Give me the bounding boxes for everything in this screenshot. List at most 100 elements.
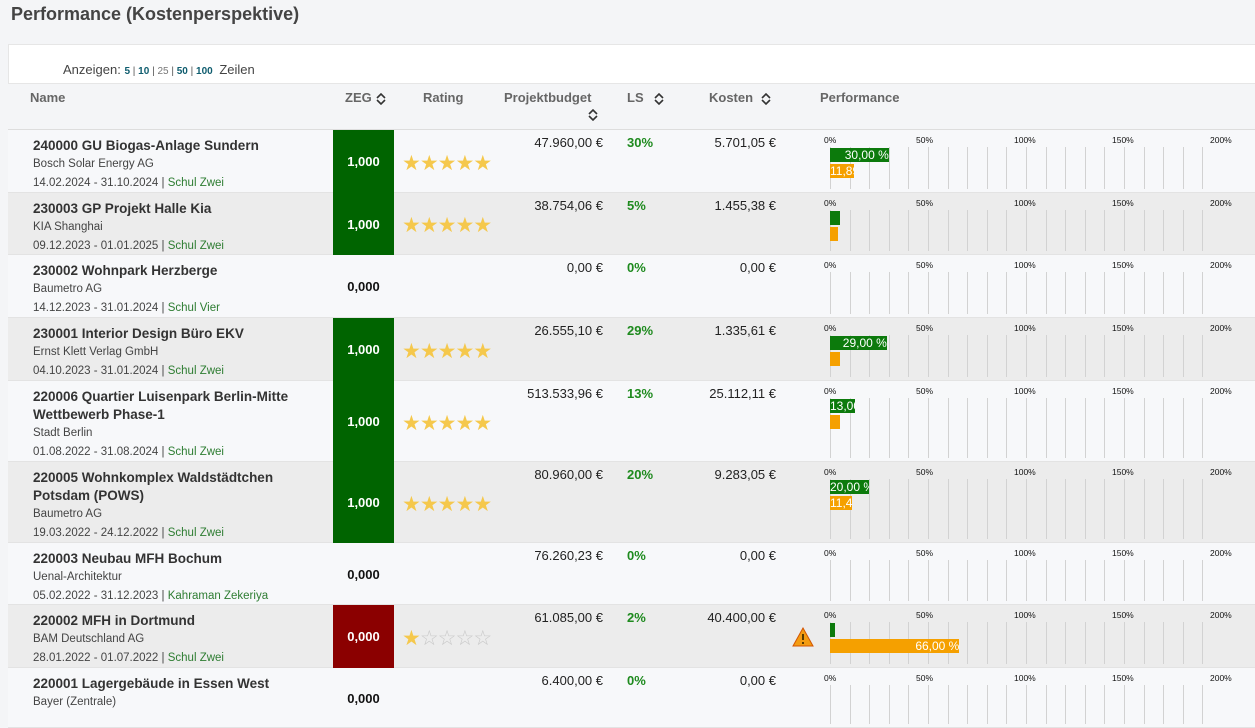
table-row[interactable]: 230001 Interior Design Büro EKV Ernst Kle… [8,318,1255,381]
budget-value: 47.960,00 € [534,135,603,150]
table-row[interactable]: 230003 GP Projekt Halle Kia KIA Shanghai 0… [8,193,1255,255]
rating-stars: ★★★★★ [402,413,492,434]
scale-tick-label: 50% [916,610,934,620]
scale-tick-label: 200% [1210,323,1232,333]
rows-option-10[interactable]: 10 [138,66,149,77]
performance-chart: 0% 50% 100% 150% 200% [822,543,1242,605]
project-name[interactable]: 230002 Wohnpark Herzberge [33,262,318,280]
rows-option-25[interactable]: 25 [157,66,168,77]
scale-gridline [1124,398,1125,458]
ls-value: 0% [627,548,646,563]
project-client: Bayer (Zentrale) [33,696,117,708]
scale-gridline [1104,479,1105,539]
scale-gridline [987,560,988,601]
col-header-kosten[interactable]: Kosten [709,90,771,105]
project-manager[interactable]: Schul Zwei [168,177,224,189]
star-filled-icon: ★ [473,340,492,363]
scale-gridline [1163,210,1164,251]
project-manager[interactable]: Schul Zwei [168,446,224,458]
performance-chart: 0% 50% 100% 150% 200% [822,668,1242,728]
scale-tick-label: 200% [1210,198,1232,208]
scale-gridline [1163,622,1164,664]
table-row[interactable]: 220002 MFH in Dortmund BAM Deutschland AG… [8,605,1255,668]
zeg-cell: 0,000 [347,690,380,706]
scale-gridline [1104,685,1105,724]
scale-gridline [1183,210,1184,251]
scale-gridline [1104,335,1105,377]
rows-option-50[interactable]: 50 [177,66,188,77]
col-header-zeg[interactable]: ZEG [345,90,386,105]
scale-gridline [1006,147,1007,189]
sort-icon [654,92,664,105]
project-dates: 14.02.2024 - 31.10.2024 | Schul Zwei [33,177,224,189]
scale-tick-label: 200% [1210,260,1232,270]
scale-gridline [1202,335,1203,377]
sort-icon [376,92,386,105]
budget-value: 6.400,00 € [541,673,603,688]
project-name[interactable]: 220005 Wohnkomplex Waldstädtchen Potsdam… [33,469,318,505]
ls-bar: 30,00 % [830,148,889,162]
scale-gridline [1124,335,1125,377]
scale-gridline [1202,272,1203,314]
scale-gridline [1046,210,1047,251]
scale-tick-label: 100% [1014,610,1036,620]
project-manager[interactable]: Kahraman Zekeriya [168,590,268,602]
project-client: Stadt Berlin [33,427,93,439]
project-name[interactable]: 240000 GU Biogas-Anlage Sundern [33,137,318,155]
table-row[interactable]: 230002 Wohnpark Herzberge Baumetro AG 14.1… [8,255,1255,318]
scale-gridline [908,560,909,601]
table-row[interactable]: 220001 Lagergebäude in Essen West Bayer (… [8,668,1255,728]
scale-gridline [967,335,968,377]
scale-gridline [1124,560,1125,601]
star-filled-icon: ★ [402,627,421,650]
ls-value: 5% [627,198,646,213]
project-name[interactable]: 230001 Interior Design Büro EKV [33,325,318,343]
ls-bar: 29,00 % [830,336,887,350]
scale-gridline [1124,272,1125,314]
scale-tick-label: 100% [1014,548,1036,558]
table-row[interactable]: 220005 Wohnkomplex Waldstädtchen Potsdam… [8,462,1255,543]
table-row[interactable]: 220006 Quartier Luisenpark Berlin-Mitte … [8,381,1255,462]
project-name[interactable]: 220001 Lagergebäude in Essen West [33,675,318,693]
scale-tick-label: 150% [1112,323,1134,333]
performance-chart: 0% 50% 100% 150% 200% 20,00 % 11,47 % [822,462,1242,543]
ls-value: 20% [627,467,654,482]
col-header-ls[interactable]: LS [627,90,664,105]
project-dates: 05.02.2022 - 31.12.2023 | Kahraman Zeker… [33,590,269,602]
scale-gridline [1026,335,1027,377]
zeg-cell: 1,000 [333,318,394,381]
scale-gridline [1163,479,1164,539]
scale-gridline [889,147,890,189]
col-header-name[interactable]: Name [30,90,65,105]
scale-tick-label: 100% [1014,260,1036,270]
col-header-budget[interactable]: Projektbudget [504,90,598,122]
kosten-value: 0,00 € [739,673,776,688]
scale-gridline [1183,685,1184,724]
project-name[interactable]: 230003 GP Projekt Halle Kia [33,200,318,218]
scale-gridline [908,272,909,314]
table-row[interactable]: 240000 GU Biogas-Anlage Sundern Bosch Sol… [8,130,1255,193]
table-row[interactable]: 220003 Neubau MFH Bochum Uenal-Architektu… [8,543,1255,605]
scale-gridline [1144,272,1145,314]
scale-gridline [889,560,890,601]
project-manager[interactable]: Schul Zwei [168,240,224,252]
scale-gridline [987,479,988,539]
project-name[interactable]: 220003 Neubau MFH Bochum [33,550,318,568]
project-client: Baumetro AG [33,508,103,520]
star-empty-icon: ☆ [473,627,492,650]
project-manager[interactable]: Schul Vier [168,302,220,314]
kosten-value: 25.112,11 € [709,386,776,401]
project-manager[interactable]: Schul Zwei [168,652,224,664]
project-manager[interactable]: Schul Zwei [168,365,224,377]
kosten-value: 0,00 € [739,548,776,563]
project-manager[interactable]: Schul Zwei [168,527,224,539]
scale-gridline [1144,685,1145,724]
scale-gridline [889,335,890,377]
project-name[interactable]: 220006 Quartier Luisenpark Berlin-Mitte … [33,388,318,424]
rows-option-100[interactable]: 100 [196,66,213,77]
scale-gridline [1163,685,1164,724]
project-name[interactable]: 220002 MFH in Dortmund [33,612,318,630]
zeg-cell: 0,000 [347,279,380,294]
zeg-cell: 1,000 [333,462,394,543]
scale-gridline [987,210,988,251]
